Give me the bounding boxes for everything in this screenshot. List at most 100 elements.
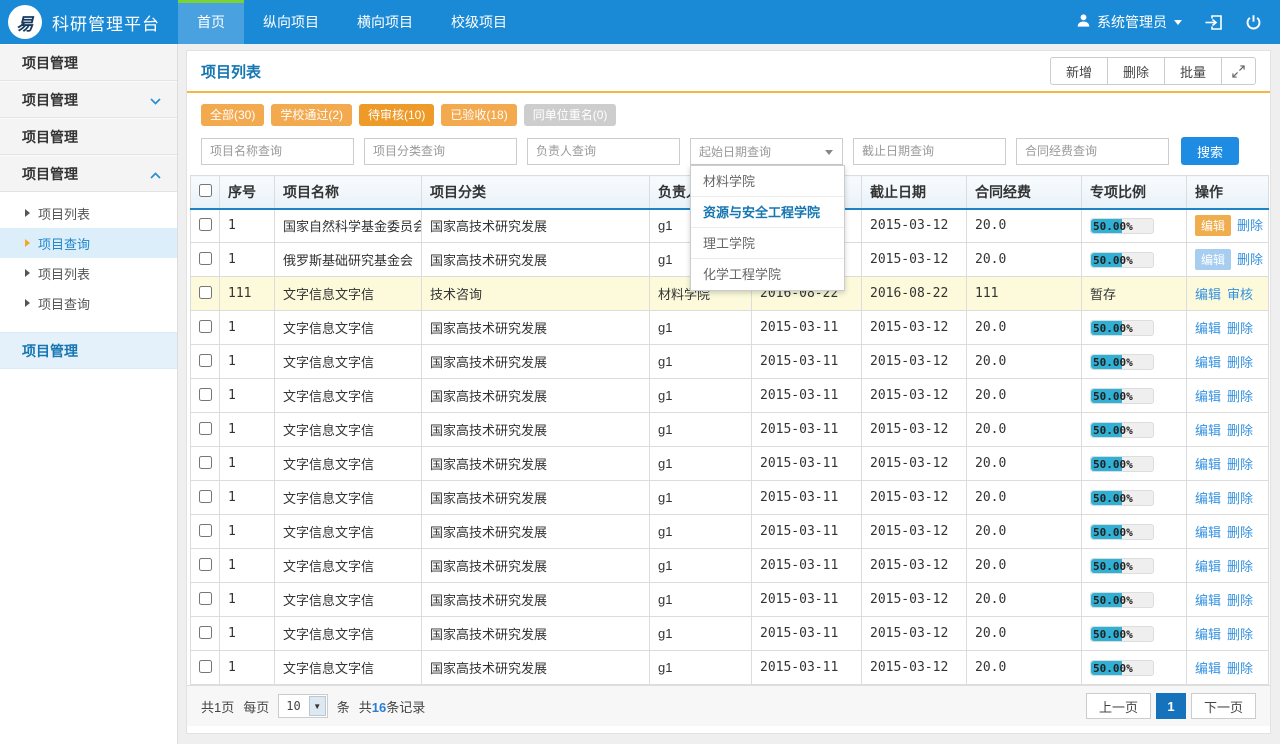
row-checkbox[interactable] [199,490,212,503]
project-name-link[interactable]: 文字信息文字信 [275,345,422,379]
project-name-link[interactable]: 文字信息文字信 [275,583,422,617]
row-checkbox[interactable] [199,558,212,571]
expand-icon[interactable] [1221,57,1256,85]
row-action-edit[interactable]: 编辑 [1195,457,1221,472]
user-menu[interactable]: 系统管理员 [1076,12,1182,32]
row-action-delete[interactable]: 删除 [1227,627,1253,642]
batch-button[interactable]: 批量 [1164,57,1222,85]
next-page-button[interactable]: 下一页 [1191,693,1256,719]
row-action-delete[interactable]: 删除 [1227,355,1253,370]
row-action-review[interactable]: 审核 [1227,287,1253,302]
filter-button-待审核(10)[interactable]: 待审核(10) [359,104,434,126]
sidebar-item-项目查询[interactable]: 项目查询 [0,288,177,318]
project-category-search-input[interactable] [364,138,517,165]
filter-button-已验收(18)[interactable]: 已验收(18) [441,104,516,126]
row-action-delete[interactable]: 删除 [1227,661,1253,676]
project-name-link[interactable]: 文字信息文字信 [275,379,422,413]
sidebar-item-项目列表[interactable]: 项目列表 [0,198,177,228]
fund-search-input[interactable] [1016,138,1169,165]
end-date-search-input[interactable] [853,138,1006,165]
row-action-edit[interactable]: 编辑 [1195,321,1221,336]
row-action-edit[interactable]: 编辑 [1195,661,1221,676]
sidebar-group-项目管理[interactable]: 项目管理 [0,155,177,192]
row-action-delete[interactable]: 删除 [1227,525,1253,540]
row-checkbox[interactable] [199,626,212,639]
filter-button-全部(30)[interactable]: 全部(30) [201,104,264,126]
row-action-edit[interactable]: 编辑 [1195,423,1221,438]
row-action-delete[interactable]: 删除 [1227,423,1253,438]
search-button[interactable]: 搜索 [1181,137,1239,165]
project-name-link[interactable]: 文字信息文字信 [275,447,422,481]
sidebar-item-项目列表[interactable]: 项目列表 [0,258,177,288]
project-name-link[interactable]: 文字信息文字信 [275,481,422,515]
row-action-edit[interactable]: 编辑 [1195,249,1231,270]
row-action-edit[interactable]: 编辑 [1195,593,1221,608]
row-action-edit[interactable]: 编辑 [1195,215,1231,236]
dropdown-option-理工学院[interactable]: 理工学院 [691,228,844,259]
project-name-link[interactable]: 文字信息文字信 [275,277,422,311]
sidebar-item-项目查询[interactable]: 项目查询 [0,228,177,258]
row-checkbox[interactable] [199,456,212,469]
row-action-delete[interactable]: 删除 [1227,389,1253,404]
row-checkbox[interactable] [199,422,212,435]
topbar-nav-item[interactable]: 首页 [178,0,244,44]
row-action-delete[interactable]: 删除 [1227,491,1253,506]
exit-icon[interactable] [1204,14,1223,31]
sidebar-group-项目管理[interactable]: 项目管理 [0,81,177,118]
project-name-link[interactable]: 文字信息文字信 [275,651,422,685]
add-button[interactable]: 新增 [1050,57,1108,85]
row-action-delete[interactable]: 删除 [1237,252,1263,267]
project-name-link[interactable]: 文字信息文字信 [275,311,422,345]
dropdown-option-化学工程学院[interactable]: 化学工程学院 [691,259,844,290]
project-name-link[interactable]: 国家自然科学基金委员会 [275,209,422,243]
dropdown-option-材料学院[interactable]: 材料学院 [691,166,844,197]
project-name-link[interactable]: 文字信息文字信 [275,515,422,549]
sidebar-group-项目管理[interactable]: 项目管理 [0,332,177,369]
row-action-delete[interactable]: 删除 [1227,321,1253,336]
sidebar-group-项目管理[interactable]: 项目管理 [0,44,177,81]
project-name-link[interactable]: 文字信息文字信 [275,549,422,583]
seq-cell: 1 [220,447,275,481]
row-checkbox[interactable] [199,218,212,231]
row-action-edit[interactable]: 编辑 [1195,559,1221,574]
end-date-cell: 2015-03-12 [862,311,967,345]
sidebar-group-项目管理[interactable]: 项目管理 [0,118,177,155]
page-1-button[interactable]: 1 [1156,693,1186,719]
project-name-link[interactable]: 文字信息文字信 [275,617,422,651]
row-action-edit[interactable]: 编辑 [1195,287,1221,302]
row-checkbox[interactable] [199,320,212,333]
row-checkbox[interactable] [199,592,212,605]
prev-page-button[interactable]: 上一页 [1086,693,1151,719]
row-action-delete[interactable]: 删除 [1237,218,1263,233]
row-action-edit[interactable]: 编辑 [1195,627,1221,642]
project-name-link[interactable]: 俄罗斯基础研究基金会 [275,243,422,277]
row-action-delete[interactable]: 删除 [1227,559,1253,574]
project-name-search-input[interactable] [201,138,354,165]
leader-search-input[interactable] [527,138,680,165]
row-action-edit[interactable]: 编辑 [1195,491,1221,506]
row-action-delete[interactable]: 删除 [1227,593,1253,608]
power-icon[interactable] [1245,14,1262,31]
row-checkbox[interactable] [199,524,212,537]
row-action-delete[interactable]: 删除 [1227,457,1253,472]
dropdown-option-资源与安全工程学院[interactable]: 资源与安全工程学院 [691,197,844,228]
row-action-edit[interactable]: 编辑 [1195,525,1221,540]
select-all-checkbox[interactable] [199,184,212,197]
delete-button[interactable]: 删除 [1107,57,1165,85]
row-checkbox[interactable] [199,286,212,299]
row-checkbox[interactable] [199,354,212,367]
topbar-nav-item[interactable]: 横向项目 [338,0,432,44]
topbar-nav-item[interactable]: 校级项目 [432,0,526,44]
start-date-select[interactable]: 起始日期查询 材料学院资源与安全工程学院理工学院化学工程学院 [690,138,843,165]
filter-button-同单位重名(0)[interactable]: 同单位重名(0) [524,104,617,126]
row-action-edit[interactable]: 编辑 [1195,355,1221,370]
row-checkbox[interactable] [199,388,212,401]
project-name-link[interactable]: 文字信息文字信 [275,413,422,447]
per-page-select[interactable]: 10 ▼ [278,694,327,718]
row-checkbox[interactable] [199,252,212,265]
progress-bar-label: 50.00% [1093,389,1133,404]
filter-button-学校通过(2)[interactable]: 学校通过(2) [271,104,352,126]
topbar-nav-item[interactable]: 纵向项目 [244,0,338,44]
row-action-edit[interactable]: 编辑 [1195,389,1221,404]
row-checkbox[interactable] [199,660,212,673]
